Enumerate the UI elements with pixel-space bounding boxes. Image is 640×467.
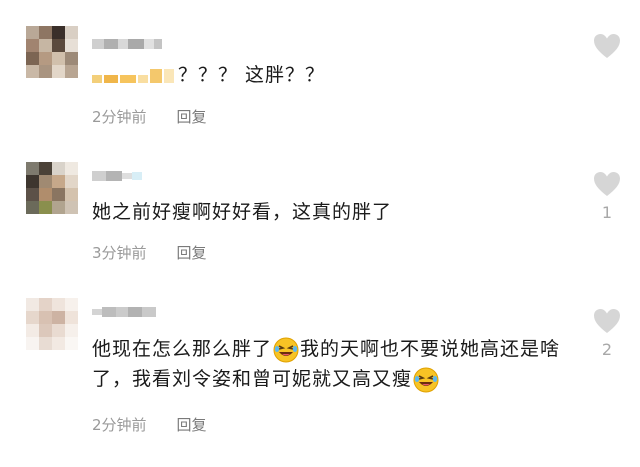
heart-icon (594, 309, 620, 333)
blurred-name-mention (92, 68, 174, 83)
username[interactable] (92, 304, 156, 320)
avatar[interactable] (26, 26, 78, 78)
rolling-on-floor-laughing-emoji (413, 367, 439, 392)
heart-icon (594, 34, 620, 58)
avatar[interactable] (26, 162, 78, 214)
comment-meta: 3分钟前 回复 (92, 242, 207, 263)
timestamp: 2分钟前 (92, 108, 147, 126)
username[interactable] (92, 168, 142, 184)
reply-button[interactable]: 回复 (177, 106, 207, 127)
heart-icon (594, 172, 620, 196)
timestamp: 2分钟前 (92, 416, 147, 434)
reply-button[interactable]: 回复 (177, 242, 207, 263)
comment-meta: 2分钟前 回复 (92, 414, 207, 435)
like-count: 2 (601, 340, 613, 359)
rolling-on-floor-laughing-emoji (273, 337, 299, 362)
timestamp: 3分钟前 (92, 244, 147, 262)
comment-meta: 2分钟前 回复 (92, 106, 207, 127)
like-button[interactable]: 1 (592, 171, 622, 222)
avatar[interactable] (26, 298, 78, 350)
like-button[interactable] (592, 33, 622, 59)
like-button[interactable]: 2 (592, 308, 622, 359)
username[interactable] (92, 36, 162, 52)
comment-text: 她之前好瘦啊好好看，这真的胖了 (92, 201, 393, 223)
like-count: 1 (601, 203, 613, 222)
comment-text: ？？？ 这胖？？ (92, 60, 582, 90)
reply-button[interactable]: 回复 (177, 414, 207, 435)
comment-text: 他现在怎么那么胖了 我的天啊也不要说她高还是啥了，我看刘令姿和曾可妮就又高又瘦 (92, 334, 582, 394)
